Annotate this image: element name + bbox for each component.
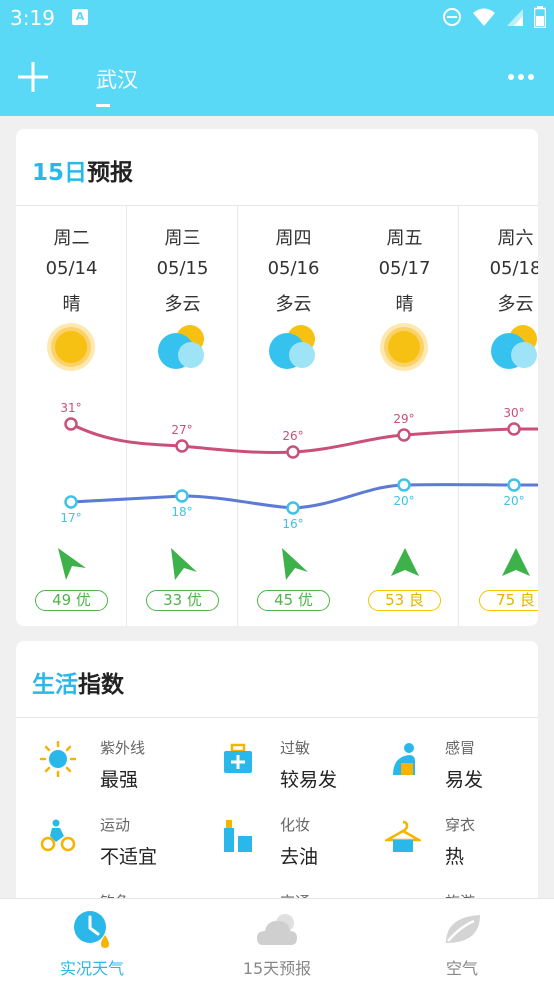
life-index-value: 热: [445, 846, 465, 868]
nav-current-weather[interactable]: 实况天气: [0, 899, 184, 984]
life-index-name: 紫外线: [100, 739, 146, 757]
battery-icon: [534, 6, 546, 28]
life-index-value: 不适宜: [100, 846, 158, 868]
clothes-hanger-icon: [385, 820, 421, 852]
life-index-value: 易发: [445, 769, 484, 791]
low-temp-point: [286, 501, 300, 515]
low-temp-point: [175, 489, 189, 503]
low-temp-label: 17°: [60, 511, 81, 525]
high-temp-label: 27°: [171, 423, 192, 437]
high-temp-point: [175, 439, 189, 453]
life-index-item[interactable]: 化妆 去油: [196, 806, 366, 876]
low-temp-point: [397, 478, 411, 492]
nav-air-quality[interactable]: 空气: [370, 899, 554, 984]
do-not-disturb-icon: [443, 8, 461, 26]
uv-sun-icon: [40, 741, 76, 777]
life-index-title: 生活指数: [32, 672, 124, 698]
life-index-item[interactable]: 运动 不适宜: [16, 806, 186, 876]
cloud-icon: [257, 914, 297, 945]
high-temp-point: [507, 422, 521, 436]
low-temp-label: 18°: [171, 505, 192, 519]
high-temp-point: [397, 428, 411, 442]
high-temp-point: [286, 445, 300, 459]
clock-drop-icon: [74, 911, 109, 948]
life-index-name: 过敏: [280, 739, 311, 757]
high-temp-label: 29°: [393, 412, 414, 426]
life-index-card: 生活指数 紫外线 最强 过敏 较易发 感冒 易发 运动 不适宜 化妆 去油 穿衣…: [16, 641, 538, 911]
life-index-value: 较易发: [280, 769, 338, 791]
low-temp-label: 16°: [282, 517, 303, 531]
high-temp-label: 31°: [60, 401, 81, 415]
life-index-value: 去油: [280, 846, 319, 868]
nav-15-day-forecast[interactable]: 15天预报: [185, 899, 369, 984]
city-tab-indicator: [96, 104, 110, 107]
high-temp-label: 30°: [503, 406, 524, 420]
high-temp-point: [64, 417, 78, 431]
nav-label: 15天预报: [242, 959, 312, 978]
bottom-navigation: 实况天气 15天预报 空气: [0, 898, 554, 984]
notification-app-icon: A: [72, 9, 88, 25]
app-bar: 武汉: [0, 38, 554, 116]
status-bar: 3:19 A: [0, 0, 554, 38]
life-index-name: 感冒: [445, 739, 476, 757]
cycling-icon: [40, 819, 76, 852]
temperature-chart: 31° 17° 27° 18° 26° 16° 29° 20° 30° 20°: [60, 401, 538, 531]
city-tab[interactable]: 武汉: [96, 64, 138, 94]
life-index-name: 运动: [100, 816, 131, 834]
more-menu-icon[interactable]: [508, 74, 534, 80]
add-city-icon[interactable]: [16, 60, 50, 94]
forecast-card: 15日预报 周二 05/14 晴 49 优 周三 05/15 多云 33 优 周…: [16, 129, 538, 626]
high-temp-label: 26°: [282, 429, 303, 443]
signal-icon: [507, 9, 523, 26]
makeup-icon: [224, 820, 252, 852]
low-temp-point: [507, 478, 521, 492]
forecast-title: 15日预报: [32, 160, 134, 186]
low-temp-label: 20°: [393, 494, 414, 508]
life-index-item[interactable]: 紫外线 最强: [16, 729, 186, 799]
nav-label: 实况天气: [59, 959, 124, 978]
forecast-scroller[interactable]: 周二 05/14 晴 49 优 周三 05/15 多云 33 优 周四 05/1…: [16, 206, 538, 626]
life-index-name: 穿衣: [445, 816, 476, 834]
life-index-item[interactable]: 感冒 易发: [361, 729, 531, 799]
life-index-value: 最强: [100, 769, 139, 791]
life-index-item[interactable]: 过敏 较易发: [196, 729, 366, 799]
life-index-item[interactable]: 穿衣 热: [361, 806, 531, 876]
low-temp-point: [64, 495, 78, 509]
low-temp-label: 20°: [503, 494, 524, 508]
cold-person-icon: [393, 743, 415, 775]
status-time: 3:19: [10, 6, 55, 30]
medkit-icon: [224, 743, 252, 773]
nav-label: 空气: [445, 959, 478, 978]
leaf-icon: [446, 915, 480, 943]
wifi-icon: [473, 8, 495, 26]
life-index-name: 化妆: [280, 816, 311, 834]
